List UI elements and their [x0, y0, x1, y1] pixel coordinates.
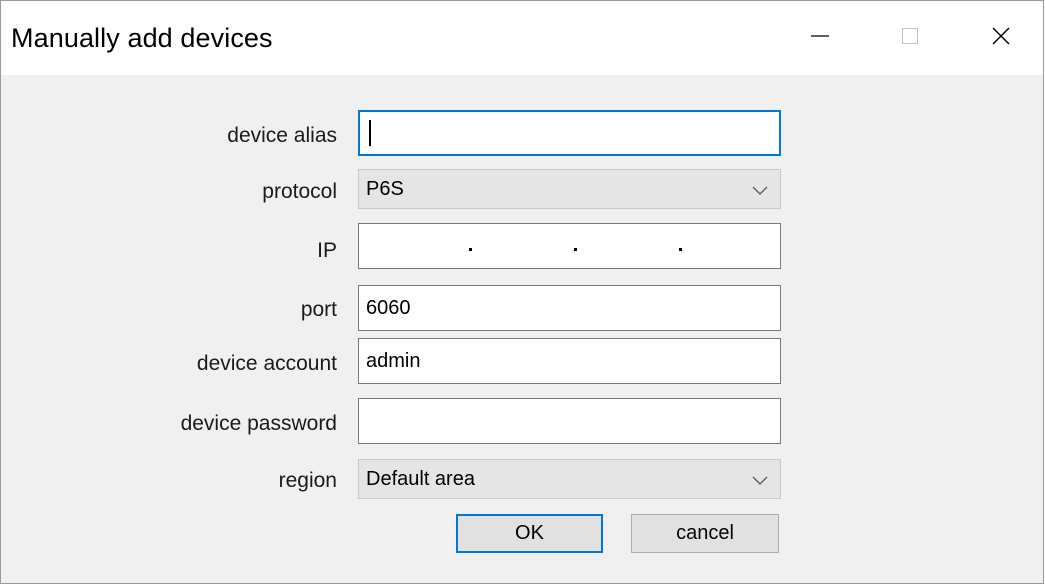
maximize-button [880, 13, 940, 63]
device-password-input[interactable] [358, 398, 781, 444]
port-input[interactable]: 6060 [358, 285, 781, 331]
chevron-down-icon [750, 180, 770, 200]
region-label: region [278, 469, 337, 492]
ip-address-input[interactable] [358, 223, 781, 269]
close-button[interactable] [971, 13, 1031, 63]
port-value: 6060 [366, 296, 411, 319]
protocol-select[interactable]: P6S [358, 169, 781, 209]
ok-button[interactable]: OK [456, 514, 603, 553]
text-caret [369, 120, 371, 146]
minimize-icon [810, 26, 830, 51]
maximize-icon [900, 26, 920, 51]
region-select[interactable]: Default area [358, 459, 781, 499]
window-title: Manually add devices [11, 23, 273, 53]
device-alias-input[interactable] [358, 110, 781, 156]
ip-label: IP [317, 239, 337, 262]
title-bar[interactable]: Manually add devices [1, 1, 1043, 75]
chevron-down-icon [750, 470, 770, 490]
device-alias-label: device alias [227, 124, 337, 147]
ip-separator-dot [679, 248, 682, 251]
region-value: Default area [366, 467, 475, 490]
device-account-value: admin [366, 349, 421, 372]
protocol-value: P6S [366, 177, 404, 200]
close-icon [991, 26, 1011, 51]
ip-separator-dot [574, 248, 577, 251]
device-password-label: device password [180, 412, 337, 435]
device-account-label: device account [196, 352, 337, 375]
protocol-label: protocol [262, 180, 337, 203]
port-label: port [300, 298, 337, 321]
ip-separator-dot [469, 248, 472, 251]
minimize-button[interactable] [790, 13, 850, 63]
device-account-input[interactable]: admin [358, 338, 781, 384]
cancel-button[interactable]: cancel [631, 514, 779, 553]
dialog-window: Manually add devices device alias protoc… [0, 0, 1044, 584]
